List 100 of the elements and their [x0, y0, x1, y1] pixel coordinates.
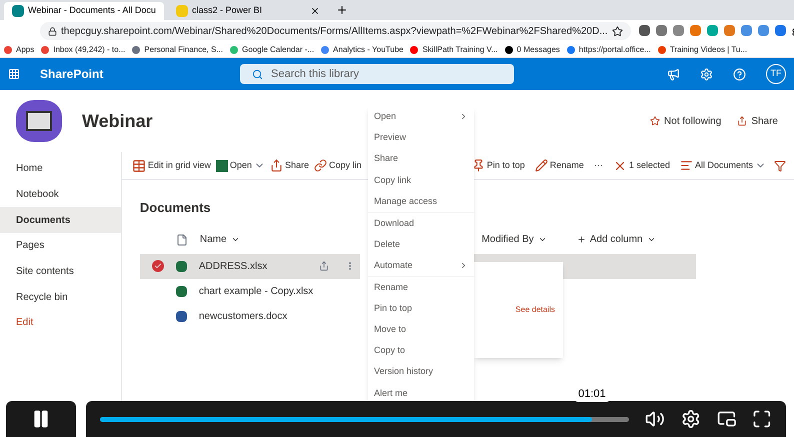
share-icon — [270, 159, 283, 172]
menu-item[interactable]: Automate — [368, 255, 474, 276]
column-header[interactable]: Add column — [576, 232, 656, 247]
column-header[interactable]: Modified By — [482, 232, 547, 247]
site-action-link[interactable]: Share — [737, 114, 778, 128]
extension-icon[interactable] — [656, 25, 667, 36]
picture-in-picture-icon[interactable] — [716, 409, 736, 429]
toolbar-button[interactable]: Copy lin — [314, 158, 362, 172]
pin-icon — [472, 159, 485, 172]
bookmark-link[interactable]: 0 Messages — [504, 44, 560, 56]
toolbar-button[interactable]: Edit in grid view — [132, 158, 211, 172]
menu-item[interactable]: Rename — [368, 276, 474, 298]
toolbar-button[interactable]: Share — [270, 158, 309, 172]
site-logo-drawing — [16, 100, 62, 142]
bookmark-star-icon[interactable] — [612, 26, 623, 36]
settings-icon[interactable] — [680, 409, 700, 429]
nav-item[interactable]: Site contents — [0, 258, 121, 284]
chevron-icon — [646, 235, 656, 244]
bookmark-link[interactable]: SkillPath Training V... — [410, 44, 498, 56]
extension-icon[interactable] — [740, 25, 752, 36]
file-name[interactable]: ADDRESS.xlsx — [198, 258, 319, 274]
bookmark-icon — [132, 46, 140, 54]
bookmark-icon — [566, 46, 575, 54]
menu-item[interactable]: Manage access — [368, 191, 474, 212]
bookmark-link[interactable]: Inbox (49,242) - to... — [41, 44, 126, 56]
menu-item[interactable]: Copy link — [368, 170, 474, 192]
new-tab-icon[interactable] — [336, 4, 348, 16]
bookmark-link[interactable]: Apps — [4, 44, 34, 56]
filter-icon[interactable] — [774, 160, 786, 172]
share-icon[interactable] — [318, 261, 329, 271]
menu-item[interactable]: Pin to top — [368, 298, 474, 319]
help-icon[interactable] — [733, 68, 746, 80]
app-launcher-icon[interactable] — [8, 68, 20, 80]
menu-item[interactable]: Move to — [368, 318, 474, 340]
nav-item[interactable]: Pages — [0, 233, 121, 259]
list-icon — [680, 159, 693, 172]
url-text: thepcguy.sharepoint.com/Webinar/Shared%20Documents/Forms/AllItems.aspx?viewpath=%2FWebinar%2FShared%20D... — [61, 24, 608, 38]
fullscreen-icon[interactable] — [752, 409, 772, 429]
bookmark-icon — [230, 46, 238, 54]
browser-tab[interactable]: Webinar - Documents - All Docu — [4, 2, 164, 20]
toolbar-button[interactable]: Pin to top — [472, 158, 525, 172]
toolbar-button[interactable]: Rename — [534, 158, 584, 172]
address-bar[interactable]: thepcguy.sharepoint.com/Webinar/Shared%20Documents/Forms/AllItems.aspx?viewpath=%2FWebinar%2FShared%20D... — [40, 22, 631, 40]
extension-icon[interactable] — [690, 25, 701, 36]
toolbar-button[interactable]: All Documents — [680, 158, 766, 172]
nav-item[interactable]: Notebook — [0, 182, 121, 208]
search-icon — [252, 68, 263, 80]
nav-item[interactable]: Home — [0, 156, 121, 182]
menu-item[interactable]: Delete — [368, 234, 474, 256]
menu-item[interactable]: Preview — [368, 127, 474, 149]
column-header[interactable]: Name — [200, 232, 240, 247]
app-name[interactable]: SharePoint — [40, 65, 240, 83]
tab-favicon-icon — [176, 5, 188, 17]
bookmark-icon — [410, 46, 418, 54]
file-name[interactable]: newcustomers.docx — [198, 308, 319, 324]
menu-item[interactable]: Alert me — [368, 382, 474, 404]
volume-icon[interactable] — [645, 409, 665, 429]
file-type-icon — [176, 234, 188, 246]
link-icon — [314, 159, 327, 172]
toolbar-button[interactable]: 1 selected — [612, 158, 670, 172]
extension-icon[interactable] — [758, 25, 769, 36]
rename-icon — [534, 159, 548, 172]
file-name[interactable]: chart example - Copy.xlsx — [198, 284, 319, 298]
plus-icon — [576, 235, 586, 244]
file-row[interactable]: chart example - Copy.xlsx — [140, 278, 360, 304]
toolbar-button[interactable]: ··· — [594, 158, 603, 172]
star-icon — [650, 116, 660, 126]
menu-item[interactable]: Download — [368, 212, 474, 234]
menu-item[interactable]: Version history — [368, 362, 474, 383]
share-icon — [737, 116, 748, 126]
file-row[interactable]: ADDRESS.xlsx — [140, 254, 360, 278]
bookmark-link[interactable]: Training Videos | Tu... — [658, 44, 748, 56]
lock-icon — [48, 26, 57, 36]
tab-favicon-icon — [12, 5, 24, 17]
search-field[interactable]: Search this library — [240, 64, 514, 84]
feedback-icon[interactable] — [667, 68, 680, 80]
extension-icon[interactable] — [774, 25, 786, 36]
extension-icon[interactable] — [672, 25, 684, 36]
extension-icon[interactable] — [724, 25, 735, 36]
menu-item[interactable]: Copy to — [368, 340, 474, 362]
file-row[interactable]: newcustomers.docx — [140, 304, 360, 328]
site-action-link[interactable]: Not following — [650, 114, 722, 128]
see-details-link[interactable]: See details — [515, 304, 555, 316]
user-avatar[interactable]: TF — [766, 64, 786, 84]
bookmark-link[interactable]: Analytics - YouTube — [321, 44, 404, 56]
nav-item[interactable]: Edit — [0, 310, 121, 336]
menu-item[interactable]: Open — [368, 106, 474, 128]
extension-icon[interactable] — [638, 25, 650, 36]
bookmark-link[interactable]: https://portal.office... — [566, 44, 651, 56]
menu-item[interactable]: Share — [368, 148, 474, 170]
close-icon[interactable] — [310, 6, 320, 16]
pause-button[interactable] — [6, 401, 76, 437]
bookmark-link[interactable]: Personal Finance, S... — [132, 44, 223, 56]
bookmark-link[interactable]: Google Calendar -... — [230, 44, 314, 56]
toolbar-button[interactable]: Open — [216, 158, 265, 172]
selected-check-icon[interactable] — [152, 260, 164, 272]
bookmark-icon — [41, 46, 50, 54]
nav-item[interactable]: Documents — [0, 207, 121, 234]
chevron-icon — [538, 235, 547, 244]
nav-item[interactable]: Recycle bin — [0, 284, 121, 310]
